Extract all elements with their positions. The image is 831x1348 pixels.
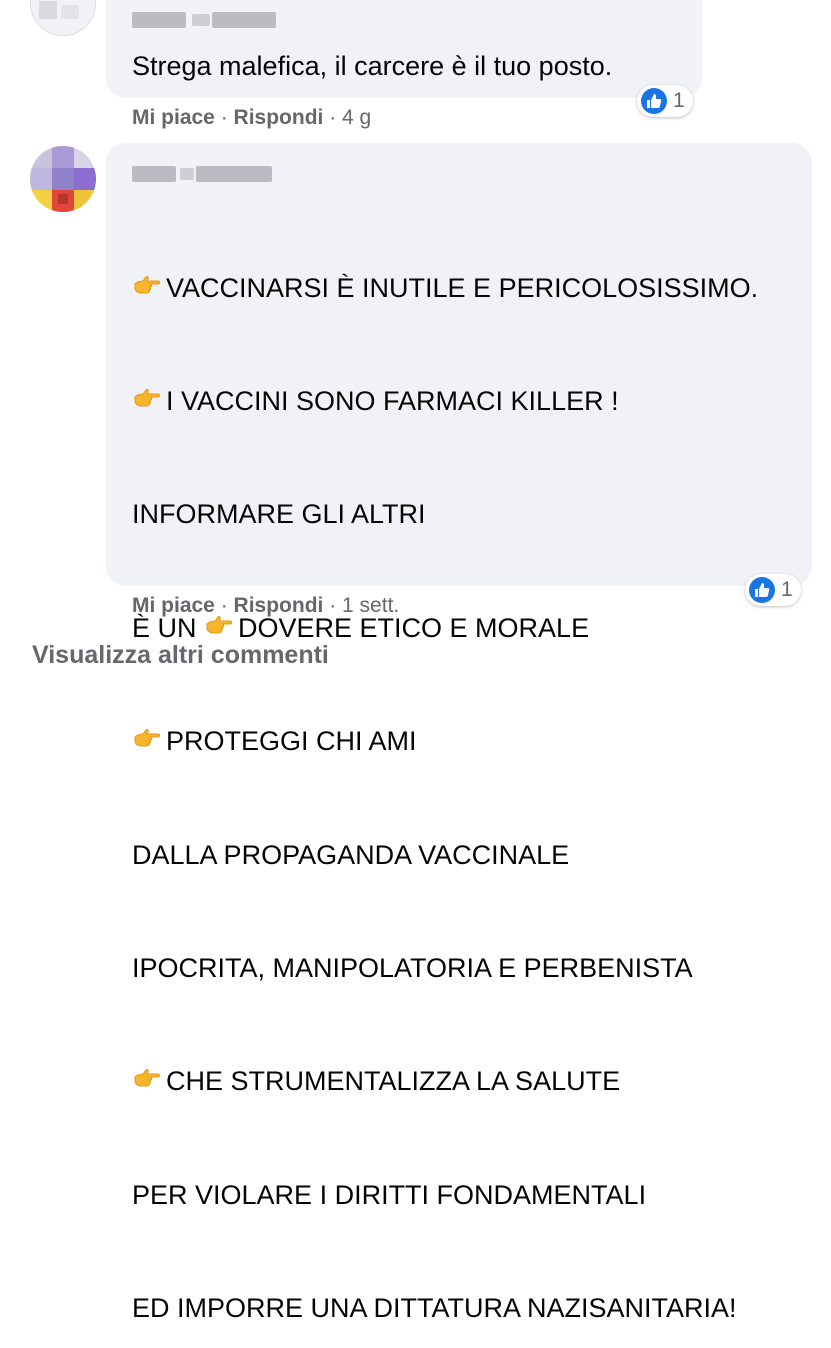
- backhand-index-pointing-right-icon: [134, 1069, 160, 1087]
- backhand-index-pointing-right-icon: [134, 275, 160, 294]
- comment-line: PROTEGGI CHI AMI: [132, 723, 758, 761]
- like-icon: [641, 88, 667, 114]
- comment-actions: Mi piace · Rispondi · 4 g: [132, 106, 371, 130]
- comment-text: Stregа malefica, il carcere è il tuo pos…: [132, 51, 613, 81]
- author-name-blurred[interactable]: [132, 12, 186, 28]
- timestamp[interactable]: 4 g: [342, 106, 371, 129]
- comment-line: VACCINARSI È INUTILE E PERICOLOSISSIMO.: [132, 270, 758, 308]
- backhand-index-pointing-right-icon: [134, 729, 160, 747]
- reaction-summary[interactable]: 1: [745, 574, 801, 606]
- avatar[interactable]: [30, 0, 96, 36]
- comment-line: I VACCINI SONO FARMACI KILLER !: [132, 383, 758, 421]
- author-name-blurred[interactable]: [180, 168, 194, 180]
- author-name-blurred[interactable]: [196, 166, 272, 182]
- reply-link[interactable]: Rispondi: [234, 594, 324, 617]
- author-name-blurred[interactable]: [192, 14, 210, 26]
- separator: ·: [323, 106, 343, 129]
- view-more-comments-link[interactable]: Visualizza altri commenti: [32, 641, 329, 670]
- separator: ·: [214, 106, 234, 129]
- author-name-blurred[interactable]: [212, 12, 276, 28]
- reaction-summary[interactable]: 1: [637, 85, 693, 117]
- reaction-count: 1: [673, 89, 685, 112]
- comment-line: ED IMPORRE UNA DITTATURA NAZISANITARIA!: [132, 1293, 737, 1324]
- separator: ·: [214, 594, 234, 617]
- comment-line: PER VIOLARE I DIRITTI FONDAMENTALI: [132, 1179, 647, 1210]
- backhand-index-pointing-right-icon: [134, 389, 160, 407]
- author-name-blurred[interactable]: [132, 166, 176, 182]
- comment-actions: Mi piace · Rispondi · 1 sett.: [132, 594, 399, 618]
- comment-line: CHE STRUMENTALIZZA LA SALUTE: [132, 1063, 758, 1101]
- separator: ·: [323, 594, 343, 617]
- like-link[interactable]: Mi piace: [132, 106, 215, 129]
- like-link[interactable]: Mi piace: [132, 594, 215, 617]
- comment-text: VACCINARSI È INUTILE E PERICOLOSISSIMO. …: [132, 194, 758, 1348]
- reaction-count: 1: [781, 578, 793, 601]
- comment-line: DALLA PROPAGANDA VACCINALE: [132, 839, 570, 870]
- comment-line: INFORMARE GLI ALTRI: [132, 499, 426, 530]
- comment-line: IPOCRITA, MANIPOLATORIA E PERBENISTA: [132, 952, 693, 983]
- like-icon: [749, 577, 775, 603]
- timestamp[interactable]: 1 sett.: [342, 594, 399, 617]
- reply-link[interactable]: Rispondi: [234, 106, 324, 129]
- avatar[interactable]: [30, 146, 96, 212]
